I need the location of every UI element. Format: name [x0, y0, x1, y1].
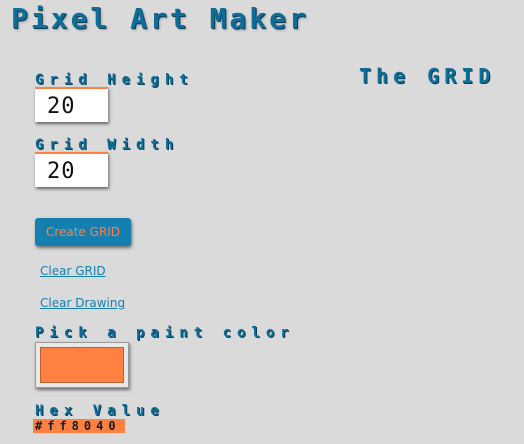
grid-height-input[interactable]	[35, 87, 108, 122]
color-swatch	[40, 347, 124, 383]
clear-drawing-link[interactable]: Clear Drawing	[40, 296, 125, 310]
grid-height-label: Grid Height	[35, 72, 194, 88]
color-picker[interactable]	[35, 342, 129, 388]
grid-heading: The GRID	[359, 64, 496, 88]
page-title: Pixel Art Maker	[11, 2, 309, 35]
pick-color-label: Pick a paint color	[35, 325, 295, 341]
create-grid-button[interactable]: Create GRID	[35, 218, 131, 246]
clear-grid-link[interactable]: Clear GRID	[40, 264, 106, 278]
hex-value: #ff8040	[33, 419, 125, 433]
grid-width-input[interactable]	[35, 152, 108, 187]
grid-width-label: Grid Width	[35, 137, 180, 153]
hex-value-label: Hex Value	[35, 403, 165, 419]
